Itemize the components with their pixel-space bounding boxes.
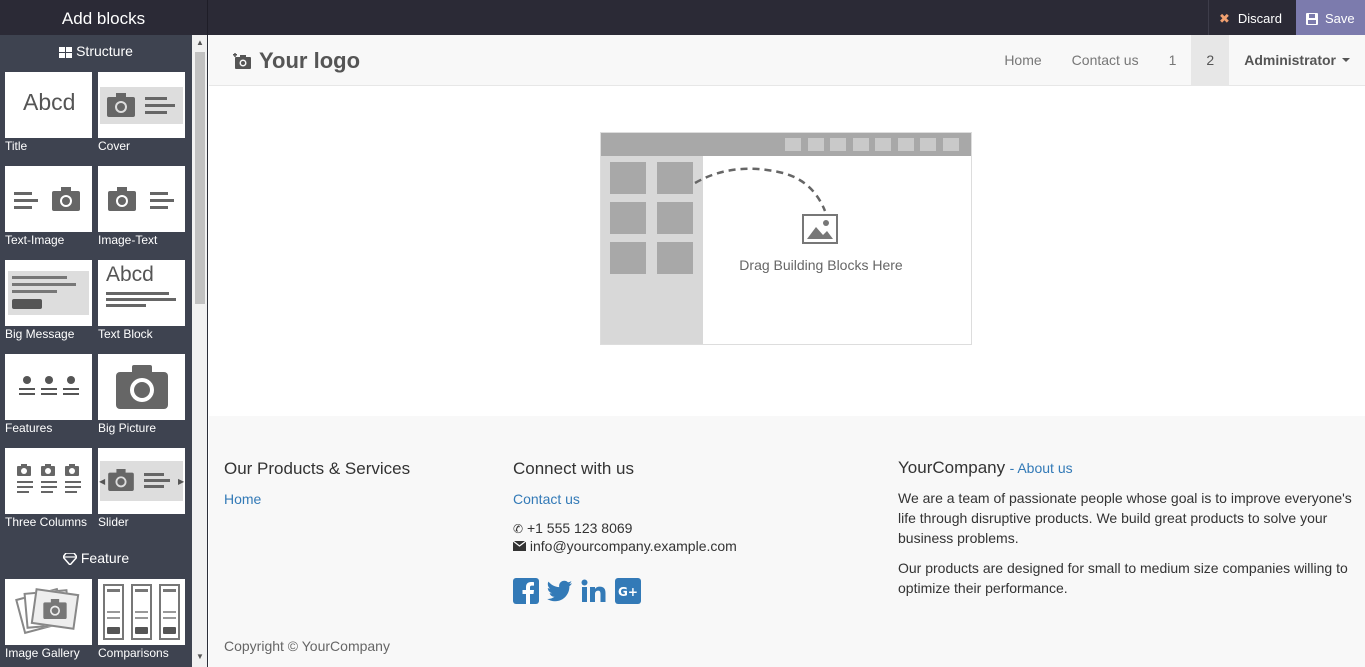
- drop-zone[interactable]: Drag Building Blocks Here: [600, 132, 972, 345]
- snippet-image-gallery[interactable]: Image Gallery: [5, 579, 93, 660]
- grid-icon: [59, 47, 73, 58]
- products-heading: Our Products & Services: [224, 459, 411, 478]
- snippet-title[interactable]: Abcd Title: [5, 72, 93, 153]
- camera-icon: [108, 469, 134, 491]
- footer-home-link[interactable]: Home: [224, 491, 261, 507]
- site-navbar: Your logo Home Contact us 1 2 Administra…: [209, 35, 1365, 86]
- camera-icon: [107, 93, 135, 117]
- add-photo-icon: [233, 53, 251, 69]
- about-us-link[interactable]: - About us: [1010, 460, 1073, 476]
- text-thumb: Abcd: [23, 89, 76, 115]
- company-description: We are a team of passionate people whose…: [898, 490, 1352, 546]
- scroll-up-icon[interactable]: ▲: [196, 38, 204, 47]
- copyright: Copyright © YourCompany: [224, 638, 390, 654]
- discard-button[interactable]: ✖ Discard: [1208, 0, 1296, 35]
- three-camera-icon: [17, 464, 81, 493]
- menu-item-home[interactable]: Home: [989, 35, 1056, 85]
- connect-heading: Connect with us: [513, 459, 634, 478]
- company-heading: YourCompany: [898, 458, 1006, 477]
- snippet-text-block[interactable]: Abcd Text Block: [98, 260, 186, 341]
- snippet-slider[interactable]: ◀ ▶ Slider: [98, 448, 186, 529]
- scroll-down-icon[interactable]: ▼: [196, 652, 204, 661]
- main-menu: Home Contact us 1 2 Administrator: [989, 35, 1365, 85]
- snippets-sidebar: Structure Abcd Title Cover Text-Image Im…: [0, 35, 208, 667]
- category-feature: Feature: [0, 548, 192, 568]
- save-label: Save: [1325, 11, 1355, 26]
- snippet-comparisons[interactable]: Comparisons: [98, 579, 186, 660]
- sidebar-scrollbar[interactable]: ▲ ▼: [192, 35, 207, 667]
- camera-icon: [116, 365, 168, 409]
- footer-connect: Connect with us Contact us ✆ +1 555 123 …: [512, 459, 843, 604]
- phone-icon: ✆: [513, 522, 524, 536]
- snippet-cover[interactable]: Cover: [98, 72, 186, 153]
- category-structure: Structure: [0, 41, 192, 61]
- scrollbar-thumb[interactable]: [195, 52, 205, 304]
- user-menu[interactable]: Administrator: [1229, 35, 1365, 85]
- snippet-text-image[interactable]: Text-Image: [5, 166, 93, 247]
- menu-item-1[interactable]: 1: [1154, 35, 1192, 85]
- social-links: G+: [513, 578, 843, 604]
- google-plus-icon[interactable]: G+: [615, 578, 641, 604]
- camera-icon: [52, 187, 80, 211]
- snippet-image-text[interactable]: Image-Text: [98, 166, 186, 247]
- drop-zone-text: Drag Building Blocks Here: [739, 257, 903, 273]
- svg-text:G+: G+: [618, 585, 638, 599]
- footer-contact-link[interactable]: Contact us: [513, 491, 580, 507]
- camera-icon: [43, 599, 67, 619]
- company-description-2: Our products are designed for small to m…: [898, 560, 1348, 596]
- snippet-three-columns[interactable]: Three Columns: [5, 448, 93, 529]
- save-button[interactable]: Save: [1296, 0, 1365, 35]
- phone-line: ✆ +1 555 123 8069: [513, 520, 633, 536]
- twitter-icon[interactable]: [547, 578, 573, 604]
- menu-item-contact[interactable]: Contact us: [1057, 35, 1154, 85]
- add-blocks-title: Add blocks: [0, 0, 208, 35]
- email-line: info@yourcompany.example.com: [512, 538, 843, 554]
- camera-icon: [108, 187, 136, 211]
- diamond-icon: [61, 552, 78, 567]
- footer-products: Our Products & Services Home: [224, 459, 484, 509]
- footer-company: YourCompany - About us We are a team of …: [898, 458, 1353, 598]
- floppy-icon: [1306, 13, 1318, 25]
- snippet-big-picture[interactable]: Big Picture: [98, 354, 186, 435]
- linkedin-icon[interactable]: [581, 578, 607, 604]
- menu-item-2[interactable]: 2: [1191, 35, 1230, 85]
- envelope-icon: [512, 540, 527, 551]
- drag-arrow-icon: [694, 167, 827, 212]
- discard-label: Discard: [1237, 11, 1282, 26]
- site-footer: Our Products & Services Home Connect wit…: [209, 416, 1365, 667]
- text-thumb: Abcd: [106, 263, 154, 286]
- facebook-icon[interactable]: [513, 578, 539, 604]
- editor-topbar: Add blocks ✖ Discard Save: [0, 0, 1365, 35]
- site-logo[interactable]: Your logo: [233, 47, 360, 75]
- caret-down-icon: [1342, 58, 1350, 62]
- image-icon: [802, 214, 838, 244]
- snippet-features[interactable]: Features: [5, 354, 93, 435]
- snippet-big-message[interactable]: Big Message: [5, 260, 93, 341]
- close-icon: ✖: [1219, 11, 1230, 26]
